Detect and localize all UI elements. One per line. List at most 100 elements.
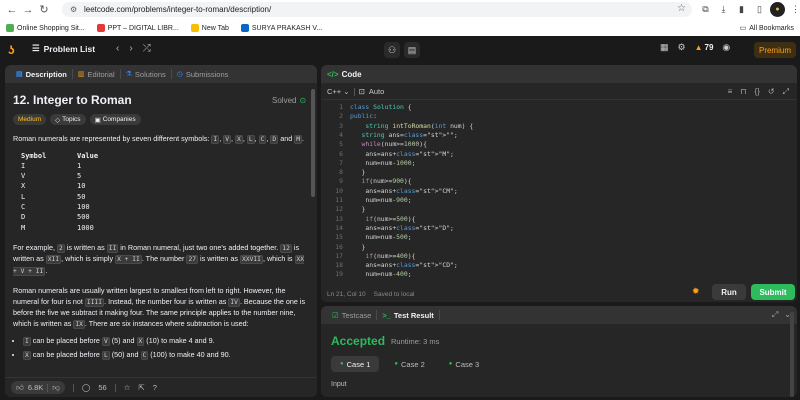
subtraction-list: I can be placed before V (5) and X (10) …	[13, 335, 309, 362]
auto-mode[interactable]: Auto	[369, 87, 384, 96]
download-icon[interactable]: ⤓	[716, 2, 731, 17]
pass-dot-icon: ●	[340, 361, 344, 367]
tab-test-result[interactable]: >_ Test Result	[377, 310, 440, 320]
sidepanel-icon[interactable]: ▮	[734, 2, 749, 17]
tab-description[interactable]: ▤ Description	[11, 69, 73, 79]
settings-gear-icon[interactable]: ⚙	[678, 42, 686, 53]
bookmark-item[interactable]: SURYA PRAKASH V...	[240, 24, 322, 32]
topics-badge[interactable]: ◇ Topics	[50, 114, 86, 125]
line-number: 6	[339, 149, 343, 158]
divider	[114, 383, 116, 392]
runtime-text: Runtime: 3 ms	[391, 337, 440, 346]
table-row: L 50	[21, 192, 86, 201]
book-icon: ▥	[77, 71, 85, 78]
flask-icon: ⚗	[125, 71, 132, 78]
tab-solutions[interactable]: ⚗ Solutions	[121, 69, 172, 79]
bookmark-item[interactable]: Online Shopping Sit...	[6, 24, 85, 32]
favorite-star-icon[interactable]: ☆	[124, 383, 131, 392]
bookmarks-bar: Online Shopping Sit... PPT – DIGITAL LIB…	[0, 21, 800, 35]
help-icon[interactable]: ?	[153, 383, 157, 392]
back-icon[interactable]: ←	[4, 2, 20, 18]
code-editor[interactable]: 1 class Solution {2 public: 3 string intToR…	[321, 103, 797, 283]
code-line: class Solution {	[350, 103, 412, 111]
next-problem-icon[interactable]: ›	[129, 43, 132, 54]
reload-icon[interactable]: ↻	[36, 2, 52, 18]
premium-button[interactable]: Premium	[754, 42, 796, 58]
thumbs-down-icon[interactable]: 👎︎	[52, 383, 60, 393]
input-label: Input	[331, 381, 347, 388]
share-icon[interactable]: ⇱	[138, 383, 144, 392]
line-number: 3	[339, 121, 343, 130]
tab-submissions[interactable]: ◷ Submissions	[172, 69, 234, 79]
description-panel: ▤ Description ▥ Editorial ⚗ Solutions ◷ Subm…	[5, 65, 317, 397]
document-icon: ▤	[16, 71, 23, 78]
case-tab-1[interactable]: ● Case 1	[331, 356, 380, 372]
bookmark-star-icon[interactable]: ☆	[677, 3, 686, 14]
submit-button[interactable]: Submit	[751, 284, 795, 300]
line-number: 18	[335, 261, 343, 270]
user-avatar[interactable]: ◉	[722, 42, 730, 53]
streak-counter[interactable]: ▲ 79	[695, 43, 714, 52]
problem-nav: ‹ › ⤮	[116, 43, 151, 54]
code-line: ans=ans+class="st">"CD";	[350, 261, 458, 270]
list-item: X can be placed before L (50) and C (100…	[23, 349, 309, 363]
language-select[interactable]: C++ ⌄	[327, 87, 350, 96]
page-scrollbar[interactable]	[790, 312, 794, 397]
run-button[interactable]: Run	[712, 284, 746, 300]
cursor-position: Ln 21, Col 10	[327, 291, 366, 298]
code-line: while(num>=1000){	[361, 140, 427, 149]
companies-badge[interactable]: ▣ Companies	[89, 114, 141, 125]
forward-icon[interactable]: →	[20, 2, 36, 18]
thumbs-up-icon[interactable]: 👍︎	[16, 383, 24, 393]
tab-testcase[interactable]: ☑ Testcase	[327, 310, 378, 320]
pass-dot-icon: ●	[448, 361, 453, 367]
code-line: ans=ans+class="st">"CM";	[350, 186, 458, 195]
code-line: num=num-500;	[350, 233, 412, 242]
maximize-icon[interactable]: ⤢	[772, 310, 778, 320]
bookmark-item[interactable]: New Tab	[190, 24, 229, 32]
scrollbar-thumb[interactable]	[311, 89, 315, 197]
table-row: M 1000	[21, 223, 94, 232]
bookmark-icon[interactable]: ⊓	[740, 87, 746, 97]
problem-list-button[interactable]: ☰ Problem List	[32, 43, 95, 54]
menu-icon[interactable]: ⋮	[788, 2, 800, 17]
shuffle-icon[interactable]: ⤮	[143, 43, 151, 54]
bookmark-favicon	[190, 24, 199, 32]
case-tab-2[interactable]: ● Case 2	[385, 356, 433, 372]
leetcode-topbar: ʖ ☰ Problem List ‹ › ⤮ ⚇ ▤ ▦ ⚙ ▲ 79 ◉ Pre…	[0, 38, 800, 62]
prev-problem-icon[interactable]: ‹	[116, 43, 119, 54]
hint-bulb-icon[interactable]: ✹	[692, 286, 700, 297]
code-line: }	[350, 168, 366, 177]
problem-title: 12. Integer to Roman	[13, 93, 132, 107]
comment-icon[interactable]: ◯	[82, 383, 90, 392]
site-info-icon[interactable]: ⚙	[70, 5, 80, 14]
tab-editorial[interactable]: ▥ Editorial	[73, 69, 121, 79]
line-number: 15	[335, 233, 343, 242]
line-number: 7	[339, 158, 343, 167]
puzzle-icon[interactable]: ▯	[752, 2, 767, 17]
format-icon[interactable]: ≡	[728, 87, 733, 97]
bookmark-item[interactable]: PPT – DIGITAL LIBR...	[96, 24, 179, 32]
table-row: D 500	[21, 213, 90, 222]
code-line: }	[350, 205, 366, 214]
braces-icon[interactable]: {}	[755, 87, 760, 97]
code-line: num=num-1000;	[350, 158, 416, 167]
code-line: }	[350, 242, 366, 251]
layout-icon[interactable]: ▦	[660, 42, 669, 53]
debug-icon[interactable]: ⚇	[384, 42, 400, 58]
browser-chrome: ← → ↻ ⚙ leetcode.com/problems/integer-to…	[0, 0, 800, 36]
description-scrollbar[interactable]	[311, 85, 315, 375]
address-bar[interactable]: ⚙ leetcode.com/problems/integer-to-roman…	[62, 2, 692, 17]
case-tab-3[interactable]: ● Case 3	[440, 356, 488, 372]
leetcode-logo-icon[interactable]: ʖ	[8, 43, 22, 57]
all-bookmarks[interactable]: ▭ All Bookmarks	[740, 21, 794, 35]
profile-avatar[interactable]: ●	[770, 2, 785, 17]
reset-icon[interactable]: ↺	[768, 87, 775, 97]
line-number: 19	[335, 270, 343, 279]
line-number: 16	[335, 242, 343, 251]
extensions-icon[interactable]: ⧉	[698, 2, 713, 17]
divider	[47, 383, 49, 392]
difficulty-badge[interactable]: Medium	[13, 114, 47, 125]
note-icon[interactable]: ▤	[404, 42, 420, 58]
fullscreen-icon[interactable]: ⤢	[783, 87, 789, 97]
